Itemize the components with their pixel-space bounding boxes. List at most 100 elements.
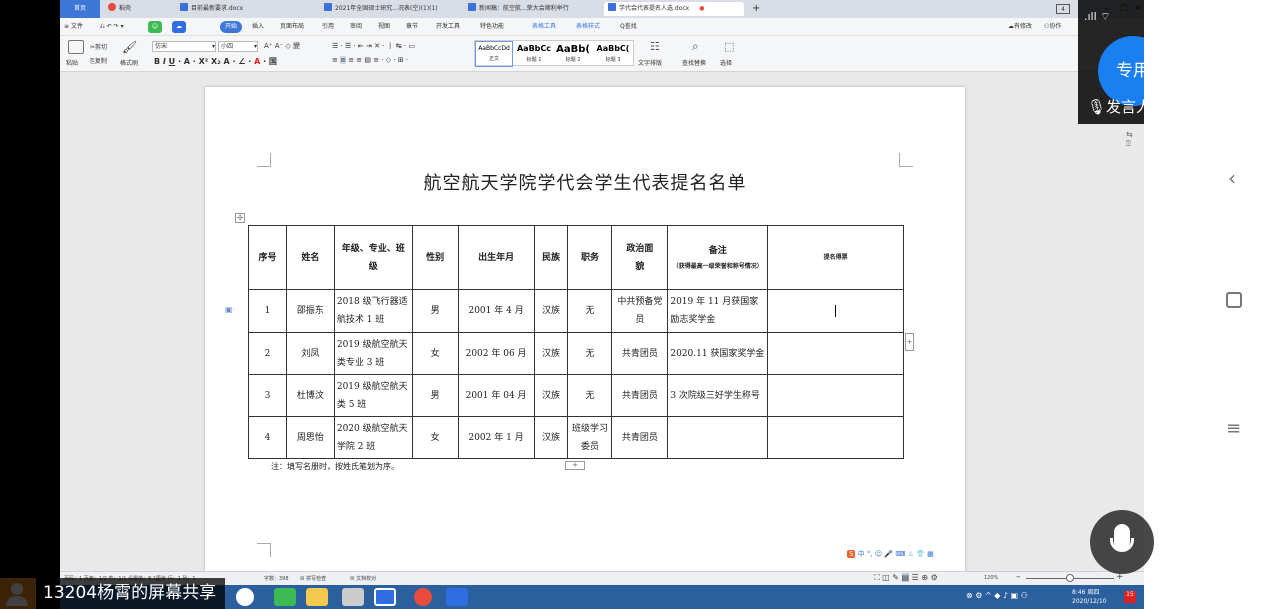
cell-no[interactable]: 1 [248,289,287,333]
copy-button[interactable]: ⎘复制 [90,56,107,66]
menu-section[interactable]: 章节 [406,21,418,33]
cell-ethnic[interactable]: 汉族 [533,374,569,417]
cell-political[interactable]: 共青团员 [611,416,669,459]
menu-special[interactable]: 特色功能 [480,21,504,33]
quick-access-icons[interactable]: ⎌ ↶ ↷ ▾ [100,21,124,33]
menu-view[interactable]: 视图 [378,21,390,33]
font-size-grow-shrink-icons[interactable]: A⁺ A⁻ ◇ 變 [264,41,300,51]
cell-grade[interactable]: 2019 级航空航天类专业 3 班 [333,332,413,375]
cell-ethnic[interactable]: 汉族 [533,332,569,375]
app-icon[interactable]: ☺ [148,21,162,33]
paste-button[interactable]: 粘贴 [66,58,78,67]
cell-votes[interactable] [767,289,904,333]
sogou-browser-icon[interactable] [236,588,254,606]
wps-writer-icon[interactable] [374,588,396,606]
format-painter-icon[interactable]: 🖌 [122,40,137,54]
table-row[interactable]: 2 刘凤 2019 级航空航天类专业 3 班 女 2002 年 06 月 汉族 … [248,332,904,375]
text-layout-button[interactable]: 文字排版 [638,58,662,67]
cell-grade[interactable]: 2020 级航空航天学院 2 班 [333,416,413,459]
menu-icon[interactable]: ≡ [1226,418,1241,439]
find-replace-button[interactable]: 查找替换 [682,58,706,67]
zoom-slider[interactable]: – + [1016,572,1128,583]
select-button[interactable]: 选择 [720,58,732,67]
cell-remark[interactable] [667,416,769,459]
style-normal[interactable]: AaBbCcDd 正文 [475,41,513,67]
tab-doc-3[interactable]: 新闻稿：航空航...荣大会顺利举行 [464,2,596,16]
wechat-icon[interactable] [274,588,296,606]
cell-no[interactable]: 4 [248,416,287,459]
tab-docer[interactable]: 稻壳 [104,2,166,16]
paste-icon[interactable] [68,40,84,54]
cell-duty[interactable]: 无 [567,374,613,417]
cloud-app-icon[interactable] [446,588,468,606]
spellcheck-button[interactable]: ☒ 拼写检查 [300,575,326,582]
doc-check-button[interactable]: ☒ 文档校对 [350,575,376,582]
add-column-button[interactable]: + [905,333,914,351]
zoom-out-icon[interactable]: – [1016,572,1021,582]
cell-votes[interactable] [767,332,904,375]
chrome-icon[interactable] [414,588,432,606]
zoom-level[interactable]: 120% [984,575,998,581]
cut-button[interactable]: ✂剪切 [90,42,107,51]
clock[interactable]: 8:46 周四 2020/12/10 [1072,588,1107,606]
find-icon[interactable]: ⌕ [692,39,699,54]
cell-grade[interactable]: 2018 级飞行器适航技术 1 班 [333,289,413,333]
cell-ethnic[interactable]: 汉族 [533,416,569,459]
text-layout-icon[interactable]: ☷ [650,40,660,53]
cell-political[interactable]: 共青团员 [611,332,669,375]
cell-political[interactable]: 共青团员 [611,374,669,417]
tray-icons[interactable]: ⊗ ⚙ ^ ◆ ♪ ▣ ⚇ [966,591,1028,600]
cell-remark[interactable]: 3 次院级三好学生称号 [667,374,769,417]
menu-reference[interactable]: 引用 [322,21,334,33]
tab-doc-active[interactable]: 学代会代表提名人选.docx ● [604,2,744,16]
document-page[interactable]: 航空航天学院学代会学生代表提名名单 ✣ 序号 姓名 年级、专业、班级 性别 出生… [205,87,965,572]
cell-birth[interactable]: 2002 年 1 月 [457,416,535,459]
menu-review[interactable]: 审阅 [350,21,362,33]
align-buttons[interactable]: ≡ ≡ ≡ ≡ ▤ ≡ · ◇ · ⊞ · [332,56,408,64]
table-row[interactable]: 3 杜博汶 2019 级航空航天类 5 班 男 2001 年 04 月 汉族 无… [248,374,904,417]
side-tool-icons[interactable]: ⇆ ⍰ [1126,130,1133,149]
cell-gender[interactable]: 女 [411,416,459,459]
menu-dev[interactable]: 开发工具 [436,21,460,33]
table-row[interactable]: 4 周思怡 2020 级航空航天学院 2 班 女 2002 年 1 月 汉族 班… [248,416,904,459]
font-size-select[interactable]: 小四 ▾ [218,41,258,52]
collab-button[interactable]: ⚇协作 [1044,21,1061,33]
back-icon[interactable]: ‹ [1228,166,1236,190]
cell-no[interactable]: 2 [248,332,287,375]
cell-no[interactable]: 3 [248,374,287,417]
cell-political[interactable]: 中共预备党员 [611,289,669,333]
font-name-select[interactable]: 仿宋 ▾ [152,41,216,52]
folder-icon[interactable] [306,588,328,606]
cell-name[interactable]: 周思怡 [285,416,335,459]
menu-insert[interactable]: 插入 [252,21,264,33]
cell-name[interactable]: 杜博汶 [285,374,335,417]
microphone-button[interactable] [1090,510,1154,574]
style-heading-2[interactable]: AaBb(标题 2 [553,41,593,67]
window-count-icon[interactable]: 4 [1056,4,1070,14]
notification-icon[interactable]: 15 [1124,591,1136,603]
cloud-app-icon[interactable]: ☁ [172,21,186,33]
cell-name[interactable]: 邵振东 [285,289,335,333]
font-style-buttons[interactable]: B I U · A · X² X₂ A · ∠ · A · 国 [154,56,277,67]
style-heading-3[interactable]: AaBbC(标题 3 [593,41,633,67]
word-count[interactable]: 字数：398 [264,575,289,582]
menu-file[interactable]: ≡ 文件 [64,21,83,33]
cell-birth[interactable]: 2001 年 4 月 [457,289,535,333]
cell-remark[interactable]: 2019 年 11 月获国家励志奖学金 [667,289,769,333]
cell-gender[interactable]: 女 [411,332,459,375]
menu-layout[interactable]: 页面布局 [280,21,304,33]
select-icon[interactable]: ⬚ [724,40,734,53]
new-tab-button[interactable]: + [748,2,762,16]
cell-birth[interactable]: 2001 年 04 月 [457,374,535,417]
cell-duty[interactable]: 无 [567,289,613,333]
zoom-thumb[interactable] [1066,574,1074,582]
cell-gender[interactable]: 男 [411,374,459,417]
list-buttons[interactable]: ☰ · ☰ · ⇤ ⇥ ✕ · 丨 ↹ · ▭ [332,41,415,51]
tab-doc-1[interactable]: 目前最新要求.docx [176,2,306,16]
table-row[interactable]: 1 邵振东 2018 级飞行器适航技术 1 班 男 2001 年 4 月 汉族 … [248,289,904,333]
menu-table-style[interactable]: 表格样式 [576,21,600,33]
cell-grade[interactable]: 2019 级航空航天类 5 班 [333,374,413,417]
tab-doc-2[interactable]: 2021年全国硕士研究...况表(空)(1)(1) [320,2,460,16]
paragraph-mark-icon[interactable]: ▣· [225,305,235,314]
format-painter-button[interactable]: 格式刷 [120,58,138,67]
